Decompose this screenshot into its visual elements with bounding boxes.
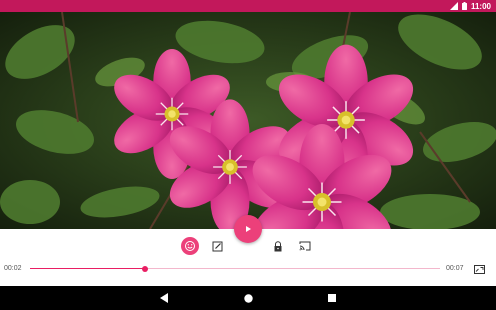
home-icon	[243, 293, 253, 303]
seek-bar[interactable]	[30, 265, 440, 272]
recents-button[interactable]	[326, 292, 338, 304]
seek-progress	[30, 268, 145, 269]
lock-icon	[274, 240, 282, 251]
status-icons: 11:00	[449, 0, 491, 12]
play-button[interactable]	[234, 215, 262, 243]
video-frame[interactable]	[0, 12, 496, 229]
navigation-bar	[0, 286, 496, 310]
fullscreen-button[interactable]	[473, 264, 485, 274]
recents-icon	[328, 294, 336, 302]
lock-button[interactable]	[271, 239, 285, 253]
video-image	[0, 12, 496, 229]
current-time: 00:02	[4, 265, 22, 272]
battery-icon	[461, 2, 467, 10]
cast-button[interactable]	[298, 239, 312, 253]
seek-thumb[interactable]	[141, 265, 148, 272]
total-time: 00:07	[446, 265, 464, 272]
back-button[interactable]	[158, 292, 170, 304]
play-icon	[246, 226, 251, 232]
back-icon	[159, 293, 168, 303]
emoji-button[interactable]	[181, 237, 199, 255]
cast-icon	[299, 241, 311, 251]
edit-button[interactable]	[210, 239, 224, 253]
status-time: 11:00	[470, 1, 491, 11]
home-button[interactable]	[242, 292, 254, 304]
emoji-icon	[185, 241, 195, 251]
signal-icon	[449, 2, 458, 10]
edit-icon	[212, 241, 222, 251]
fullscreen-icon	[473, 264, 485, 274]
status-bar: 11:00	[0, 0, 496, 12]
